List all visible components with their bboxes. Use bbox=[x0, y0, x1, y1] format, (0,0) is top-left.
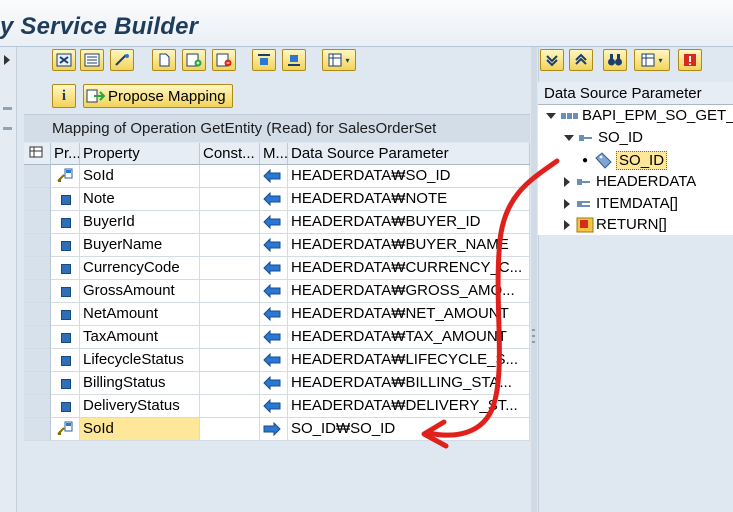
annotation-arrow bbox=[421, 158, 560, 449]
